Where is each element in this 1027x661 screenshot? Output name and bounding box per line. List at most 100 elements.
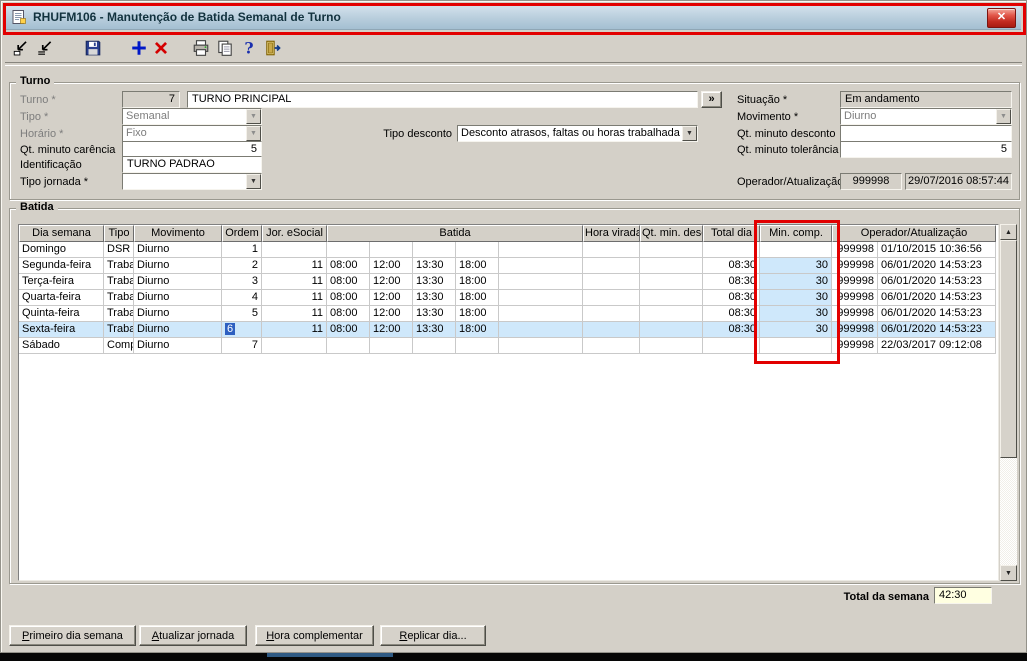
cell-batida-extra[interactable] bbox=[499, 290, 583, 306]
cell-movimento[interactable]: Diurno bbox=[134, 306, 222, 322]
cell-batida-1[interactable] bbox=[327, 242, 370, 258]
cell-batida-extra[interactable] bbox=[499, 306, 583, 322]
cell-hora-virada[interactable] bbox=[583, 322, 640, 338]
cell-qt-min-desc[interactable] bbox=[640, 290, 703, 306]
column-header-movimento[interactable]: Movimento bbox=[134, 225, 222, 242]
cell-dia[interactable]: Segunda-feira bbox=[19, 258, 104, 274]
cell-dia[interactable]: Domingo bbox=[19, 242, 104, 258]
cell-batida-3[interactable]: 13:30 bbox=[413, 306, 456, 322]
cell-batida-4[interactable]: 18:00 bbox=[456, 290, 499, 306]
tipo-jornada-dropdown[interactable]: ▼ bbox=[122, 173, 262, 190]
print-icon[interactable] bbox=[191, 38, 211, 58]
cell-jor-esocial[interactable]: 11 bbox=[262, 258, 327, 274]
column-header-tipo[interactable]: Tipo bbox=[104, 225, 134, 242]
vertical-scrollbar[interactable]: ▲ ▼ bbox=[1000, 224, 1017, 581]
cell-jor-esocial[interactable] bbox=[262, 338, 327, 354]
help-icon[interactable]: ? bbox=[239, 38, 259, 58]
scrollbar-thumb[interactable] bbox=[1000, 240, 1017, 458]
cell-total-dia[interactable]: 08:30 bbox=[703, 274, 760, 290]
cell-ordem[interactable]: 4 bbox=[222, 290, 262, 306]
cell-tipo[interactable]: Trabal bbox=[104, 258, 134, 274]
cell-min-comp[interactable] bbox=[760, 242, 832, 258]
cell-hora-virada[interactable] bbox=[583, 290, 640, 306]
cell-batida-1[interactable] bbox=[327, 338, 370, 354]
table-row[interactable]: Domingo DSR Diurno 1 999998 01/10/2015 10:36:… bbox=[19, 242, 998, 258]
cell-jor-esocial[interactable]: 11 bbox=[262, 274, 327, 290]
cell-min-comp[interactable]: 30 bbox=[760, 258, 832, 274]
cell-batida-extra[interactable] bbox=[499, 258, 583, 274]
cell-operador[interactable]: 999998 01/10/2015 10:36:56 bbox=[832, 242, 996, 258]
cell-tipo[interactable]: Trabal bbox=[104, 290, 134, 306]
cell-hora-virada[interactable] bbox=[583, 258, 640, 274]
cell-operador[interactable]: 999998 06/01/2020 14:53:23 bbox=[832, 322, 996, 338]
cell-total-dia[interactable] bbox=[703, 338, 760, 354]
cell-batida-2[interactable]: 12:00 bbox=[370, 258, 413, 274]
cell-qt-min-desc[interactable] bbox=[640, 338, 703, 354]
cell-qt-min-desc[interactable] bbox=[640, 242, 703, 258]
cell-batida-extra[interactable] bbox=[499, 274, 583, 290]
cell-operador[interactable]: 999998 06/01/2020 14:53:23 bbox=[832, 290, 996, 306]
column-header-jor_esocial[interactable]: Jor. eSocial bbox=[262, 225, 327, 242]
delete-icon[interactable] bbox=[151, 38, 171, 58]
cell-tipo[interactable]: DSR bbox=[104, 242, 134, 258]
cell-ordem[interactable]: 1 bbox=[222, 242, 262, 258]
cell-batida-4[interactable] bbox=[456, 338, 499, 354]
cell-qt-min-desc[interactable] bbox=[640, 322, 703, 338]
cell-batida-1[interactable]: 08:00 bbox=[327, 258, 370, 274]
column-header-batida[interactable]: Batida bbox=[327, 225, 583, 242]
cell-batida-2[interactable]: 12:00 bbox=[370, 290, 413, 306]
cell-qt-min-desc[interactable] bbox=[640, 258, 703, 274]
table-row[interactable]: Sexta-feiraTrabalDiurno6 1108:0012:0013:3… bbox=[19, 322, 998, 338]
cell-batida-3[interactable]: 13:30 bbox=[413, 290, 456, 306]
cell-tipo[interactable]: Trabal bbox=[104, 274, 134, 290]
cell-batida-extra[interactable] bbox=[499, 338, 583, 354]
cell-operador[interactable]: 999998 06/01/2020 14:53:23 bbox=[832, 306, 996, 322]
cell-batida-4[interactable] bbox=[456, 242, 499, 258]
tipo-desconto-dropdown[interactable]: Desconto atrasos, faltas ou horas trabal… bbox=[457, 125, 698, 142]
cell-jor-esocial[interactable]: 11 bbox=[262, 322, 327, 338]
cell-ordem[interactable]: 7 bbox=[222, 338, 262, 354]
column-header-min_comp[interactable]: Min. comp. bbox=[760, 225, 832, 242]
cell-tipo[interactable]: Trabal bbox=[104, 322, 134, 338]
cell-tipo[interactable]: Comp bbox=[104, 338, 134, 354]
table-row[interactable]: Quinta-feiraTrabalDiurno51108:0012:0013:… bbox=[19, 306, 998, 322]
cell-min-comp[interactable]: 30 bbox=[760, 322, 832, 338]
cell-batida-1[interactable]: 08:00 bbox=[327, 306, 370, 322]
cell-batida-2[interactable] bbox=[370, 242, 413, 258]
search-icon[interactable] bbox=[35, 38, 55, 58]
table-row[interactable]: Sábado CompDiurno 7 999998 22/03/2017 09:12:… bbox=[19, 338, 998, 354]
table-row[interactable]: Terça-feiraTrabalDiurno31108:0012:0013:3… bbox=[19, 274, 998, 290]
cell-batida-3[interactable] bbox=[413, 242, 456, 258]
cell-batida-3[interactable]: 13:30 bbox=[413, 258, 456, 274]
cell-dia[interactable]: Terça-feira bbox=[19, 274, 104, 290]
copy-icon[interactable] bbox=[215, 38, 235, 58]
cell-hora-virada[interactable] bbox=[583, 274, 640, 290]
cell-movimento[interactable]: Diurno bbox=[134, 274, 222, 290]
table-row[interactable]: Segunda-feiraTrabalDiurno21108:0012:0013… bbox=[19, 258, 998, 274]
cell-movimento[interactable]: Diurno bbox=[134, 258, 222, 274]
cell-batida-extra[interactable] bbox=[499, 322, 583, 338]
cell-batida-2[interactable]: 12:00 bbox=[370, 322, 413, 338]
cell-min-comp[interactable]: 30 bbox=[760, 306, 832, 322]
cell-operador[interactable]: 999998 06/01/2020 14:53:23 bbox=[832, 258, 996, 274]
cell-jor-esocial[interactable] bbox=[262, 242, 327, 258]
atualizar-jornada-button[interactable]: Atualizar jornada bbox=[139, 625, 247, 646]
replicar-dia-button[interactable]: Replicar dia... bbox=[380, 625, 486, 646]
qt-minuto-tolerancia-field[interactable]: 5 bbox=[840, 141, 1012, 158]
turno-lookup-button[interactable]: » bbox=[701, 91, 722, 108]
cell-movimento[interactable]: Diurno bbox=[134, 338, 222, 354]
save-icon[interactable] bbox=[83, 38, 103, 58]
cell-batida-4[interactable]: 18:00 bbox=[456, 306, 499, 322]
cell-min-comp[interactable]: 30 bbox=[760, 290, 832, 306]
cell-batida-3[interactable]: 13:30 bbox=[413, 274, 456, 290]
table-row[interactable]: Quarta-feiraTrabalDiurno41108:0012:0013:… bbox=[19, 290, 998, 306]
exit-icon[interactable] bbox=[263, 38, 283, 58]
scroll-up-button[interactable]: ▲ bbox=[1000, 224, 1017, 240]
column-header-ordem[interactable]: Ordem bbox=[222, 225, 262, 242]
cell-batida-4[interactable]: 18:00 bbox=[456, 274, 499, 290]
cell-operador[interactable]: 999998 22/03/2017 09:12:08 bbox=[832, 338, 996, 354]
cell-jor-esocial[interactable]: 11 bbox=[262, 306, 327, 322]
cell-total-dia[interactable] bbox=[703, 242, 760, 258]
cell-dia[interactable]: Quinta-feira bbox=[19, 306, 104, 322]
cell-total-dia[interactable]: 08:30 bbox=[703, 322, 760, 338]
